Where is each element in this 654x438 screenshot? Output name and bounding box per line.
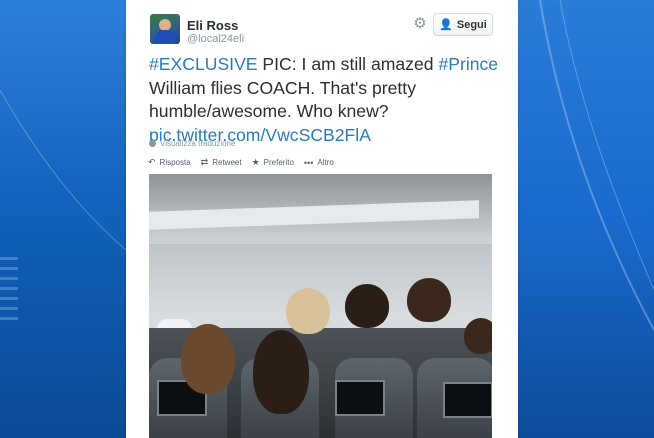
gear-icon[interactable]: ⚙ [412, 16, 428, 32]
right-background-panel [518, 0, 654, 438]
passenger-head [464, 318, 492, 354]
tweet-text-part-2: William flies COACH. That's pretty humbl… [149, 77, 416, 122]
passenger-head [345, 284, 389, 328]
reply-icon: ↶ [148, 157, 156, 167]
action-reply[interactable]: ↶ Risposta [148, 157, 191, 168]
passenger-head [181, 324, 235, 394]
action-label: Preferito [263, 158, 294, 167]
avatar-body [155, 30, 175, 44]
action-label: Retweet [212, 158, 242, 167]
seatback-screen [443, 382, 492, 418]
tweet-text-part-1: PIC: I am still amazed [257, 54, 439, 74]
hashtag-exclusive[interactable]: #EXCLUSIVE [149, 54, 258, 74]
tweet-actions: ↶ Risposta ⇄ Retweet ★ Preferito ••• Alt… [148, 157, 334, 168]
follow-button[interactable]: 👤 Segui [433, 13, 493, 36]
star-icon: ★ [251, 157, 260, 167]
left-background-panel [0, 0, 126, 438]
globe-icon [149, 140, 156, 147]
action-more[interactable]: ••• Altro [304, 158, 334, 168]
retweet-icon: ⇄ [200, 157, 209, 167]
author-name[interactable]: Eli Ross [187, 18, 238, 33]
action-retweet[interactable]: ⇄ Retweet [201, 157, 242, 168]
passenger-head [407, 278, 451, 322]
more-icon: ••• [303, 157, 314, 168]
translate-link[interactable]: Visualizza traduzione [149, 139, 235, 148]
tweet-photo[interactable] [149, 174, 492, 438]
action-label: Risposta [159, 158, 191, 167]
passenger-head [286, 288, 330, 334]
action-label: Altro [317, 158, 334, 167]
translate-label: Visualizza traduzione [160, 139, 236, 148]
background-ticks [0, 250, 30, 327]
seatback-screen [335, 380, 385, 416]
follow-label: Segui [456, 18, 487, 31]
hashtag-prince[interactable]: #Prince [438, 54, 498, 74]
action-favorite[interactable]: ★ Preferito [252, 157, 294, 168]
tweet-text: #EXCLUSIVE PIC: I am still amazed #Princ… [149, 53, 504, 147]
avatar[interactable] [150, 14, 180, 44]
follow-user-icon: 👤 [439, 19, 453, 31]
tweet-card: Eli Ross @local24eli ⚙ 👤 Segui #EXCLUSIV… [126, 0, 518, 438]
author-handle[interactable]: @local24eli [187, 33, 244, 45]
passenger-head [253, 330, 309, 414]
